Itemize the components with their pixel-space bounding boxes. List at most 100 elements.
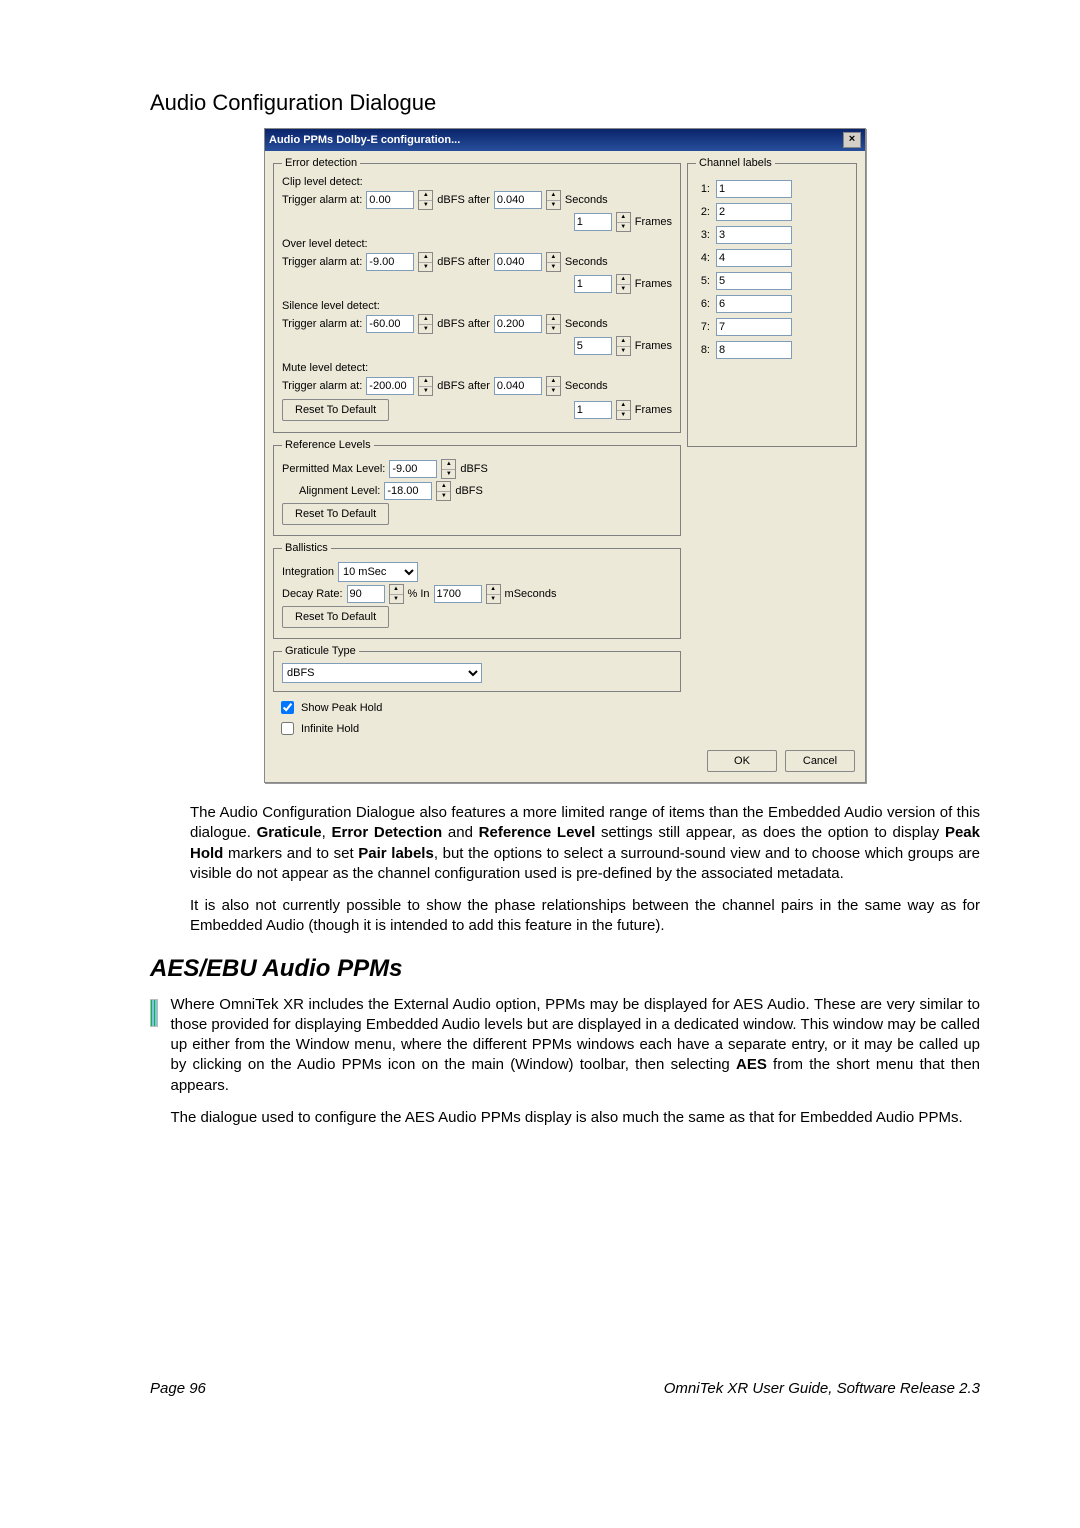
silence-frames[interactable] — [574, 337, 612, 355]
decay-rate-value[interactable] — [347, 585, 385, 603]
dialog-title: Audio PPMs Dolby-E configuration... — [269, 134, 460, 146]
ch-input-1[interactable] — [716, 180, 792, 198]
alignment-value[interactable] — [384, 482, 432, 500]
clip-level-label: Clip level detect: — [282, 176, 672, 188]
ch-num: 1: — [696, 183, 710, 195]
mute-after[interactable] — [494, 377, 542, 395]
infinite-hold-label: Infinite Hold — [301, 723, 359, 735]
reset-error-button[interactable]: Reset To Default — [282, 399, 389, 421]
spinner-icon[interactable]: ▲▼ — [546, 314, 561, 334]
mute-level-label: Mute level detect: — [282, 362, 672, 374]
silence-value[interactable] — [366, 315, 414, 333]
trigger-label: Trigger alarm at: — [282, 318, 362, 330]
spinner-icon[interactable]: ▲▼ — [616, 212, 631, 232]
clip-value[interactable] — [366, 191, 414, 209]
spinner-icon[interactable]: ▲▼ — [436, 481, 451, 501]
show-peak-hold-checkbox[interactable] — [281, 701, 294, 714]
decay-rate-label: Decay Rate: — [282, 588, 343, 600]
trigger-label: Trigger alarm at: — [282, 380, 362, 392]
ch-num: 8: — [696, 344, 710, 356]
dbfs-after-label: dBFS after — [437, 194, 490, 206]
frames-label: Frames — [635, 216, 672, 228]
spinner-icon[interactable]: ▲▼ — [546, 376, 561, 396]
paragraph-3: Where OmniTek XR includes the External A… — [170, 995, 980, 1096]
paragraph-2: It is also not currently possible to sho… — [190, 896, 980, 937]
clip-after[interactable] — [494, 191, 542, 209]
ch-num: 5: — [696, 275, 710, 287]
spinner-icon[interactable]: ▲▼ — [418, 376, 433, 396]
spinner-icon[interactable]: ▲▼ — [389, 584, 404, 604]
paragraph-1: The Audio Configuration Dialogue also fe… — [190, 803, 980, 884]
integration-label: Integration — [282, 566, 334, 578]
over-frames[interactable] — [574, 275, 612, 293]
reference-levels-group: Reference Levels Permitted Max Level: ▲▼… — [273, 439, 681, 536]
ch-input-7[interactable] — [716, 318, 792, 336]
spinner-icon[interactable]: ▲▼ — [616, 400, 631, 420]
dbfs-label: dBFS — [460, 463, 488, 475]
trigger-label: Trigger alarm at: — [282, 256, 362, 268]
ballistics-legend: Ballistics — [282, 542, 331, 554]
clip-frames[interactable] — [574, 213, 612, 231]
graticule-select[interactable]: dBFS — [282, 663, 482, 683]
spinner-icon[interactable]: ▲▼ — [546, 190, 561, 210]
show-peak-hold-label: Show Peak Hold — [301, 702, 382, 714]
ch-input-8[interactable] — [716, 341, 792, 359]
frames-label: Frames — [635, 340, 672, 352]
error-detection-group: Error detection Clip level detect: Trigg… — [273, 157, 681, 433]
spinner-icon[interactable]: ▲▼ — [616, 274, 631, 294]
over-after[interactable] — [494, 253, 542, 271]
ch-input-4[interactable] — [716, 249, 792, 267]
ballistics-group: Ballistics Integration 10 mSec Decay Rat… — [273, 542, 681, 639]
graticule-legend: Graticule Type — [282, 645, 359, 657]
ch-input-3[interactable] — [716, 226, 792, 244]
spinner-icon[interactable]: ▲▼ — [546, 252, 561, 272]
dbfs-after-label: dBFS after — [437, 380, 490, 392]
ch-num: 2: — [696, 206, 710, 218]
spinner-icon[interactable]: ▲▼ — [441, 459, 456, 479]
frames-label: Frames — [635, 278, 672, 290]
permitted-max-value[interactable] — [389, 460, 437, 478]
dbfs-label: dBFS — [455, 485, 483, 497]
close-icon[interactable]: × — [843, 132, 861, 148]
audio-ppm-icon — [150, 999, 158, 1027]
footer-page-number: Page 96 — [150, 1380, 206, 1397]
seconds-label: Seconds — [565, 256, 608, 268]
alignment-label: Alignment Level: — [299, 485, 380, 497]
pct-in-label: % In — [408, 588, 430, 600]
seconds-label: Seconds — [565, 380, 608, 392]
mseconds-label: mSeconds — [505, 588, 557, 600]
spinner-icon[interactable]: ▲▼ — [616, 336, 631, 356]
graticule-group: Graticule Type dBFS — [273, 645, 681, 692]
mute-value[interactable] — [366, 377, 414, 395]
channel-labels-group: Channel labels 1: 2: 3: 4: 5: 6: 7: 8: — [687, 157, 857, 447]
over-value[interactable] — [366, 253, 414, 271]
over-level-label: Over level detect: — [282, 238, 672, 250]
spinner-icon[interactable]: ▲▼ — [418, 190, 433, 210]
spinner-icon[interactable]: ▲▼ — [418, 252, 433, 272]
trigger-label: Trigger alarm at: — [282, 194, 362, 206]
integration-select[interactable]: 10 mSec — [338, 562, 418, 582]
mute-frames[interactable] — [574, 401, 612, 419]
silence-level-label: Silence level detect: — [282, 300, 672, 312]
reference-legend: Reference Levels — [282, 439, 374, 451]
reset-reference-button[interactable]: Reset To Default — [282, 503, 389, 525]
ch-num: 4: — [696, 252, 710, 264]
spinner-icon[interactable]: ▲▼ — [418, 314, 433, 334]
ch-num: 3: — [696, 229, 710, 241]
decay-ms-value[interactable] — [434, 585, 482, 603]
config-dialog: Audio PPMs Dolby-E configuration... × Er… — [264, 128, 866, 783]
ok-button[interactable]: OK — [707, 750, 777, 772]
titlebar: Audio PPMs Dolby-E configuration... × — [265, 129, 865, 151]
ch-input-2[interactable] — [716, 203, 792, 221]
spinner-icon[interactable]: ▲▼ — [486, 584, 501, 604]
silence-after[interactable] — [494, 315, 542, 333]
reset-ballistics-button[interactable]: Reset To Default — [282, 606, 389, 628]
cancel-button[interactable]: Cancel — [785, 750, 855, 772]
aes-heading: AES/EBU Audio PPMs — [150, 955, 980, 983]
infinite-hold-checkbox[interactable] — [281, 722, 294, 735]
frames-label: Frames — [635, 404, 672, 416]
seconds-label: Seconds — [565, 194, 608, 206]
ch-input-6[interactable] — [716, 295, 792, 313]
ch-input-5[interactable] — [716, 272, 792, 290]
ch-num: 7: — [696, 321, 710, 333]
